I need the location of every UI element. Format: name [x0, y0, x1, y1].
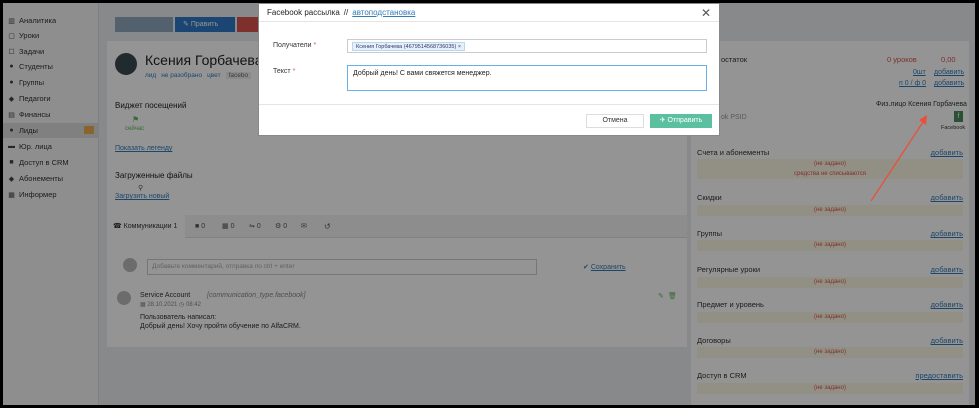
close-icon[interactable]: ✕ — [701, 6, 711, 20]
send-icon: ✈ — [659, 117, 668, 124]
modal-footer-divider — [259, 104, 719, 105]
recipients-label: Получатели * — [273, 42, 317, 49]
app-frame: ▥ Аналитика ▢ Уроки ☐ Задачи ● Студенты ● Гру… — [3, 3, 975, 405]
recipients-field[interactable]: Ксения Горбачева (4679514568736035) × — [347, 39, 707, 53]
arrow-shaft — [870, 118, 926, 202]
message-textarea[interactable]: Добрый день! С вами свяжется менеджер. — [347, 65, 707, 91]
cancel-button[interactable]: Отмена — [586, 114, 644, 128]
recipient-tag[interactable]: Ксения Горбачева (4679514568736035) × — [352, 42, 466, 51]
modal-title: Facebook рассылка//автоподстановка — [267, 8, 416, 17]
arrow-head — [919, 115, 927, 125]
facebook-broadcast-modal: Facebook рассылка//автоподстановка ✕ Пол… — [258, 3, 720, 136]
autofill-link[interactable]: автоподстановка — [352, 8, 415, 17]
send-button[interactable]: ✈ Отправить — [650, 114, 712, 128]
annotation-arrow — [870, 115, 927, 202]
modal-header-divider — [259, 21, 719, 22]
text-label: Текст * — [273, 68, 296, 75]
